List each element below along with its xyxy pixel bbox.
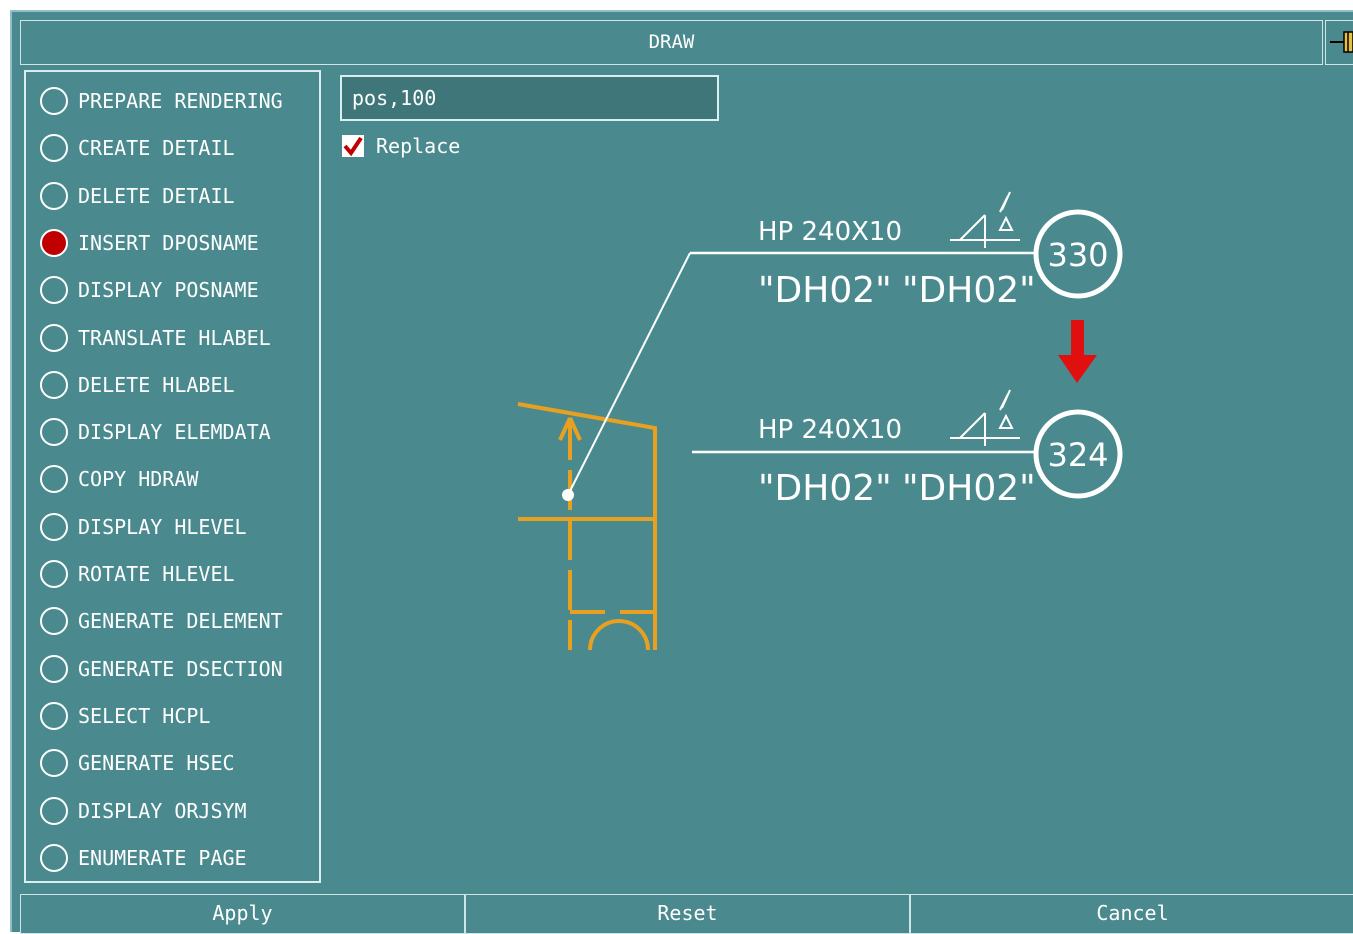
upper-number: 330: [1047, 236, 1108, 274]
upper-tag-2: "DH02": [902, 270, 1036, 311]
upper-tag-1: "DH02": [758, 270, 892, 311]
upper-profile-label: HP 240X10: [758, 217, 902, 247]
action-bar: Apply Reset Cancel: [20, 894, 1353, 934]
apply-button[interactable]: Apply: [20, 894, 465, 934]
lower-tag-2: "DH02": [902, 468, 1036, 509]
upper-weld-symbol-icon: [950, 191, 1020, 248]
red-down-arrow-icon: [1058, 320, 1097, 383]
drawing-preview: HP 240X10 "DH02" "DH02" 330 HP 240X10 "D…: [517, 191, 1123, 651]
lower-weld-symbol-icon: [950, 389, 1020, 446]
lower-number: 324: [1047, 436, 1108, 474]
structure-section: [517, 402, 657, 651]
cancel-button[interactable]: Cancel: [910, 894, 1353, 934]
lower-profile-label: HP 240X10: [758, 415, 902, 445]
reset-button[interactable]: Reset: [465, 894, 910, 934]
lower-tag-1: "DH02": [758, 468, 892, 509]
